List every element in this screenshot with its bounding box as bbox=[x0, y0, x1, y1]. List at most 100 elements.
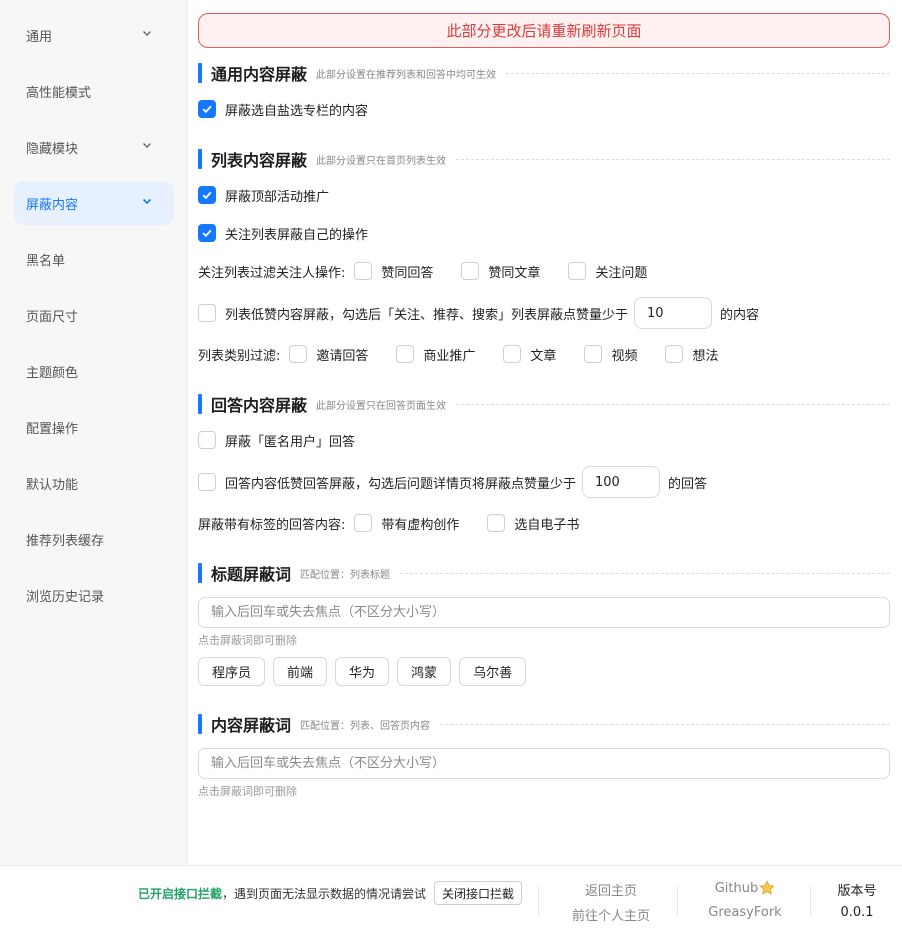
sidebar-item-block-content[interactable]: 屏蔽内容 bbox=[14, 181, 174, 225]
sidebar-item-label: 页面尺寸 bbox=[26, 309, 79, 325]
title-words-tags: 程序员 前端 华为 鸿蒙 乌尔善 bbox=[198, 657, 534, 686]
github-label: Github bbox=[714, 880, 759, 896]
section-desc: 匹配位置：列表标题 bbox=[300, 569, 391, 581]
option-follow-question[interactable]: 关注问题 bbox=[568, 262, 647, 281]
greasyfork-link[interactable]: GreasyFork bbox=[690, 905, 800, 920]
sidebar-item-recommend-cache[interactable]: 推荐列表缓存 bbox=[14, 517, 174, 561]
checkbox[interactable] bbox=[198, 224, 216, 242]
sidebar-item-hide-modules[interactable]: 隐藏模块 bbox=[14, 125, 174, 169]
checkbox-label: 视频 bbox=[611, 348, 638, 364]
block-word-tag[interactable]: 华为 bbox=[335, 657, 390, 686]
section-accent-bar bbox=[198, 394, 202, 414]
option-fiction[interactable]: 带有虚构创作 bbox=[354, 514, 459, 533]
checkbox[interactable] bbox=[584, 345, 603, 363]
section-divider bbox=[456, 403, 890, 405]
checkbox-label: 关注问题 bbox=[595, 265, 648, 281]
section-accent-bar bbox=[198, 714, 202, 734]
sidebar-item-label: 配置操作 bbox=[26, 421, 79, 437]
checkbox[interactable] bbox=[461, 262, 480, 280]
title-words-input[interactable] bbox=[198, 597, 890, 628]
list-min-votes-input[interactable] bbox=[634, 297, 713, 329]
sidebar-item-blacklist[interactable]: 黑名单 bbox=[14, 237, 174, 281]
option-like-answer[interactable]: 赞同回答 bbox=[354, 262, 433, 281]
content-words-hint: 点击屏蔽词即可删除 bbox=[198, 785, 297, 798]
checkbox[interactable] bbox=[487, 514, 506, 532]
checkbox-label: 文章 bbox=[530, 348, 557, 364]
option-idea[interactable]: 想法 bbox=[665, 345, 718, 364]
version-label: 版本号 bbox=[837, 884, 877, 899]
option-commercial[interactable]: 商业推广 bbox=[396, 345, 475, 364]
footer-divider bbox=[677, 886, 678, 916]
section-header-answer: 回答内容屏蔽 此部分设置只在回答页面生效 bbox=[198, 393, 890, 415]
option-like-article[interactable]: 赞同文章 bbox=[461, 262, 540, 281]
checkbox[interactable] bbox=[198, 100, 216, 118]
checkbox[interactable] bbox=[503, 345, 522, 363]
checkbox[interactable] bbox=[198, 304, 216, 322]
low-vote-suffix: 的内容 bbox=[720, 307, 760, 323]
option-hide-top-promo[interactable]: 屏蔽顶部活动推广 bbox=[198, 184, 329, 206]
api-intercept-status: 已开启接口拦截 ，遇到页面无法显示数据的情况请尝试 关闭接口拦截 bbox=[138, 881, 523, 905]
footer: 已开启接口拦截 ，遇到页面无法显示数据的情况请尝试 关闭接口拦截 返回主页 前往… bbox=[0, 865, 902, 934]
tag-filter-row: 屏蔽带有标签的回答内容: 带有虚构创作 选自电子书 bbox=[198, 512, 607, 534]
section-accent-bar bbox=[198, 63, 202, 83]
footer-divider bbox=[538, 886, 539, 916]
section-title: 标题屏蔽词 bbox=[211, 565, 292, 584]
section-divider bbox=[400, 572, 890, 574]
checkbox[interactable] bbox=[568, 262, 587, 280]
profile-link[interactable]: 前往个人主页 bbox=[556, 905, 666, 924]
option-video[interactable]: 视频 bbox=[584, 345, 637, 364]
chevron-down-icon bbox=[140, 26, 154, 40]
sidebar-item-config[interactable]: 配置操作 bbox=[14, 405, 174, 449]
sidebar-item-label: 通用 bbox=[26, 29, 53, 45]
section-divider bbox=[456, 158, 890, 160]
refresh-notice: 此部分更改后请重新刷新页面 bbox=[198, 13, 890, 48]
sidebar-item-history[interactable]: 浏览历史记录 bbox=[14, 573, 174, 617]
checkbox[interactable] bbox=[354, 514, 373, 532]
block-word-tag[interactable]: 程序员 bbox=[198, 657, 266, 686]
option-salt-column[interactable]: 屏蔽选自盐选专栏的内容 bbox=[198, 98, 368, 120]
sidebar-item-performance[interactable]: 高性能模式 bbox=[14, 69, 174, 113]
sidebar-item-page-size[interactable]: 页面尺寸 bbox=[14, 293, 174, 337]
block-word-tag[interactable]: 鸿蒙 bbox=[397, 657, 452, 686]
chevron-down-icon bbox=[140, 194, 154, 208]
block-word-tag[interactable]: 乌尔善 bbox=[459, 657, 527, 686]
section-header-list: 列表内容屏蔽 此部分设置只在首页列表生效 bbox=[198, 148, 890, 170]
option-ebook[interactable]: 选自电子书 bbox=[487, 514, 579, 533]
option-hide-anonymous[interactable]: 屏蔽「匿名用户」回答 bbox=[198, 429, 355, 451]
checkbox[interactable] bbox=[198, 186, 216, 204]
checkbox[interactable] bbox=[354, 262, 373, 280]
block-word-tag[interactable]: 前端 bbox=[273, 657, 328, 686]
content-words-input[interactable] bbox=[198, 748, 890, 779]
close-api-intercept-button[interactable]: 关闭接口拦截 bbox=[434, 881, 523, 905]
follow-filter-row: 关注列表过滤关注人操作: 赞同回答 赞同文章 关注问题 bbox=[198, 260, 675, 282]
sidebar-item-general[interactable]: 通用 bbox=[14, 13, 174, 57]
option-hide-own-actions[interactable]: 关注列表屏蔽自己的操作 bbox=[198, 222, 368, 244]
checkbox-label: 屏蔽顶部活动推广 bbox=[225, 189, 330, 205]
checkbox-label: 带有虚构创作 bbox=[381, 517, 460, 533]
section-desc: 此部分设置只在回答页面生效 bbox=[316, 400, 447, 412]
option-list-low-vote: 列表低赞内容屏蔽，勾选后「关注、推荐、搜索」列表屏蔽点赞量少于 的内容 bbox=[198, 297, 760, 329]
checkbox-label: 赞同回答 bbox=[381, 265, 434, 281]
sidebar-item-theme-color[interactable]: 主题颜色 bbox=[14, 349, 174, 393]
checkbox[interactable] bbox=[198, 473, 216, 491]
sidebar-item-label: 主题颜色 bbox=[26, 365, 79, 381]
github-link[interactable]: Github bbox=[690, 880, 800, 896]
option-article[interactable]: 文章 bbox=[503, 345, 556, 364]
type-filter-label: 列表类别过滤: bbox=[198, 348, 281, 364]
option-invite-answer[interactable]: 邀请回答 bbox=[289, 345, 368, 364]
section-header-content-words: 内容屏蔽词 匹配位置：列表、回答页内容 bbox=[198, 713, 890, 735]
checkbox[interactable] bbox=[198, 431, 216, 449]
home-link[interactable]: 返回主页 bbox=[556, 880, 666, 899]
section-divider bbox=[440, 723, 890, 725]
checkbox[interactable] bbox=[665, 345, 684, 363]
checkbox-label: 屏蔽「匿名用户」回答 bbox=[225, 434, 356, 450]
sidebar-item-label: 默认功能 bbox=[26, 477, 79, 493]
sidebar-item-default-features[interactable]: 默认功能 bbox=[14, 461, 174, 505]
answer-min-votes-input[interactable] bbox=[582, 466, 661, 498]
section-divider bbox=[506, 72, 890, 74]
checkbox[interactable] bbox=[289, 345, 308, 363]
sidebar-item-label: 高性能模式 bbox=[26, 85, 92, 101]
star-icon bbox=[759, 880, 775, 896]
checkbox[interactable] bbox=[396, 345, 415, 363]
sidebar-item-label: 屏蔽内容 bbox=[26, 197, 79, 213]
